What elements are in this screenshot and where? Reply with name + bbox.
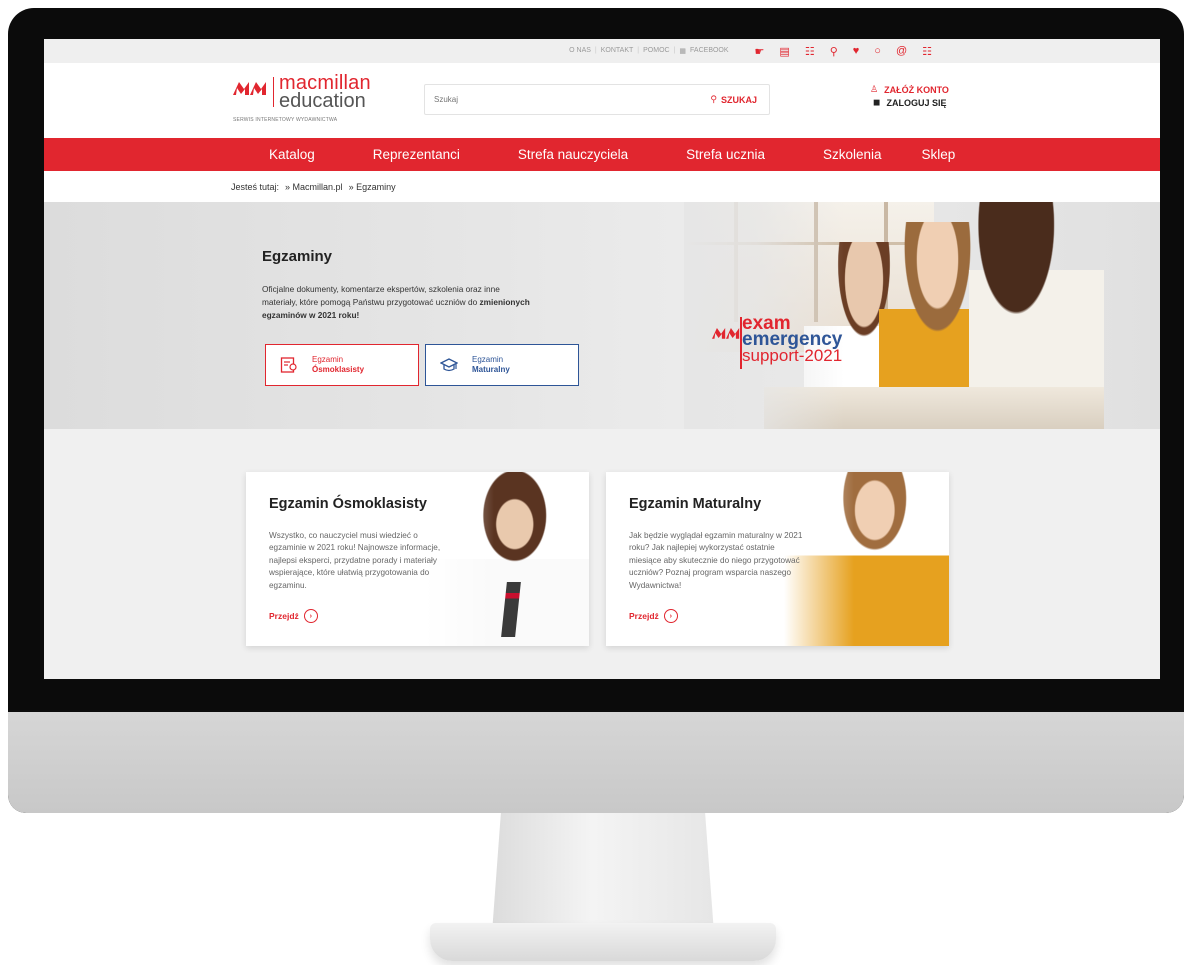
button-line2: Maturalny	[472, 365, 510, 374]
arrow-right-circle-icon: ›	[303, 609, 318, 623]
card-egzamin-maturalny: Egzamin Maturalny Jak będzie wyglądał eg…	[606, 472, 949, 646]
card-title: Egzamin Maturalny	[629, 496, 762, 512]
monitor-stand	[430, 813, 776, 965]
separator: |	[673, 47, 676, 54]
desktop-scene: O NAS | KONTAKT | POMOC | ▦ FACEBOOK ☛ ▤…	[0, 0, 1184, 965]
nav-sklep[interactable]: Sklep ⌄	[921, 147, 956, 175]
register-label: ZAŁÓŻ KONTO	[884, 84, 949, 95]
button-text: Egzamin Ósmoklasisty	[312, 355, 364, 375]
nav-strefa-ucznia[interactable]: Strefa ucznia	[686, 147, 765, 162]
logo-text-education: education	[279, 90, 366, 112]
nav-label: Reprezentanci	[372, 147, 460, 162]
logo-mark-icon	[712, 325, 740, 341]
user-icon: ♙	[870, 84, 879, 94]
separator: |	[594, 47, 597, 54]
breadcrumb: Jesteś tutaj: » Macmillan.pl » Egzaminy	[44, 171, 1160, 202]
button-text: Egzamin Maturalny	[472, 355, 510, 375]
cart-icon[interactable]: ☷	[922, 45, 932, 58]
nav-label: Szkolenia	[822, 147, 882, 162]
search-box: ⚲ SZUKAJ	[424, 84, 770, 115]
arrow-right-circle-icon: ›	[663, 609, 678, 623]
register-link[interactable]: ♙ ZAŁÓŻ KONTO	[870, 83, 949, 96]
photo-tie	[501, 582, 521, 637]
card-title: Egzamin Ósmoklasisty	[269, 496, 427, 512]
nav-label: Strefa nauczyciela	[517, 147, 629, 162]
chevron-down-icon: ⌄	[570, 168, 576, 175]
logo-divider	[273, 77, 274, 107]
graduation-cap-icon	[440, 358, 458, 372]
nav-szkolenia[interactable]: Szkolenia ⌄	[822, 147, 882, 175]
logo-tagline: SERWIS INTERNETOWY WYDAWNICTWA	[233, 117, 338, 123]
pin-icon[interactable]: ⚲	[830, 45, 838, 58]
chevron-down-icon: ⌄	[849, 168, 856, 175]
heart-icon[interactable]: ♥	[853, 45, 860, 58]
link-o-nas[interactable]: O NAS	[569, 47, 591, 55]
website-screen: O NAS | KONTAKT | POMOC | ▦ FACEBOOK ☛ ▤…	[44, 39, 1160, 679]
login-link[interactable]: ◼ ZALOGUJ SIĘ	[873, 96, 949, 109]
link-facebook[interactable]: FACEBOOK	[690, 47, 729, 55]
monitor-chin	[8, 712, 1184, 813]
facebook-icon[interactable]: ▦	[679, 47, 686, 55]
nav-strefa-nauczyciela[interactable]: Strefa nauczyciela ⌄	[517, 147, 629, 175]
search-button-label: SZUKAJ	[720, 94, 757, 105]
link-kontakt[interactable]: KONTAKT	[601, 47, 634, 55]
link-label: Przejdź	[629, 611, 659, 621]
search-button[interactable]: ⚲ SZUKAJ	[710, 94, 769, 105]
nav-label: Katalog	[269, 147, 315, 162]
breadcrumb-current: » Egzaminy	[348, 181, 396, 192]
button-line2: Ósmoklasisty	[312, 365, 365, 374]
nav-label: Strefa ucznia	[686, 147, 765, 162]
hero-description: Oficjalne dokumenty, komentarze ekspertó…	[262, 283, 532, 322]
bag-icon[interactable]: ▤	[779, 45, 789, 58]
hand-icon[interactable]: ☛	[755, 45, 765, 58]
utility-links: O NAS | KONTAKT | POMOC | ▦ FACEBOOK	[569, 47, 728, 55]
card-link-przejdz[interactable]: Przejdź ›	[269, 609, 318, 623]
hero-text: Oficjalne dokumenty, komentarze ekspertó…	[262, 284, 500, 307]
search-icon: ⚲	[710, 94, 717, 104]
link-label: Przejdź	[269, 611, 299, 621]
button-egzamin-osmoklasisty[interactable]: Egzamin Ósmoklasisty	[265, 344, 419, 386]
separator: |	[637, 47, 640, 54]
button-line1: Egzamin	[472, 355, 504, 364]
chevron-down-icon: ⌄	[935, 168, 942, 175]
hero-banner: Egzaminy Oficjalne dokumenty, komentarze…	[44, 202, 1160, 429]
card-description: Wszystko, co nauczyciel musi wiedzieć o …	[269, 531, 441, 590]
nav-label: Sklep	[921, 147, 956, 162]
badge-word-support: support-2021	[742, 346, 843, 365]
main-nav: Katalog Reprezentanci Strefa nauczyciela…	[44, 138, 1160, 175]
card-link-przejdz[interactable]: Przejdź ›	[629, 609, 678, 623]
nav-reprezentanci[interactable]: Reprezentanci	[373, 147, 460, 162]
top-utility-bar: O NAS | KONTAKT | POMOC | ▦ FACEBOOK ☛ ▤…	[44, 39, 1160, 63]
lock-icon: ◼	[873, 97, 881, 107]
logo-mark-icon	[233, 79, 267, 95]
stand-base	[430, 923, 776, 961]
link-pomoc[interactable]: POMOC	[643, 47, 669, 55]
site-header: macmillan education SERWIS INTERNETOWY W…	[44, 63, 1160, 138]
login-label: ZALOGUJ SIĘ	[886, 97, 947, 108]
account-links: ♙ ZAŁÓŻ KONTO ◼ ZALOGUJ SIĘ	[870, 83, 949, 109]
button-line1: Egzamin	[312, 355, 344, 364]
button-egzamin-maturalny[interactable]: Egzamin Maturalny	[425, 344, 579, 386]
search-input[interactable]	[425, 95, 711, 104]
utility-icons: ☛ ▤ ☷ ⚲ ♥ ○ @ ☷	[755, 45, 932, 58]
stand-neck	[492, 813, 714, 933]
page-title: Egzaminy	[262, 248, 333, 265]
cards-section: Egzamin Ósmoklasisty Wszystko, co nauczy…	[44, 429, 1160, 679]
at-icon[interactable]: @	[896, 45, 907, 58]
certificate-icon	[280, 357, 297, 373]
chat-icon[interactable]: ○	[874, 45, 881, 58]
breadcrumb-home[interactable]: » Macmillan.pl	[285, 182, 343, 192]
card-egzamin-osmoklasisty: Egzamin Ósmoklasisty Wszystko, co nauczy…	[246, 472, 589, 646]
book-icon[interactable]: ☷	[805, 45, 815, 58]
breadcrumb-prefix: Jesteś tutaj:	[231, 181, 280, 192]
card-description: Jak będzie wyglądał egzamin maturalny w …	[629, 531, 803, 590]
nav-katalog[interactable]: Katalog	[269, 147, 315, 162]
